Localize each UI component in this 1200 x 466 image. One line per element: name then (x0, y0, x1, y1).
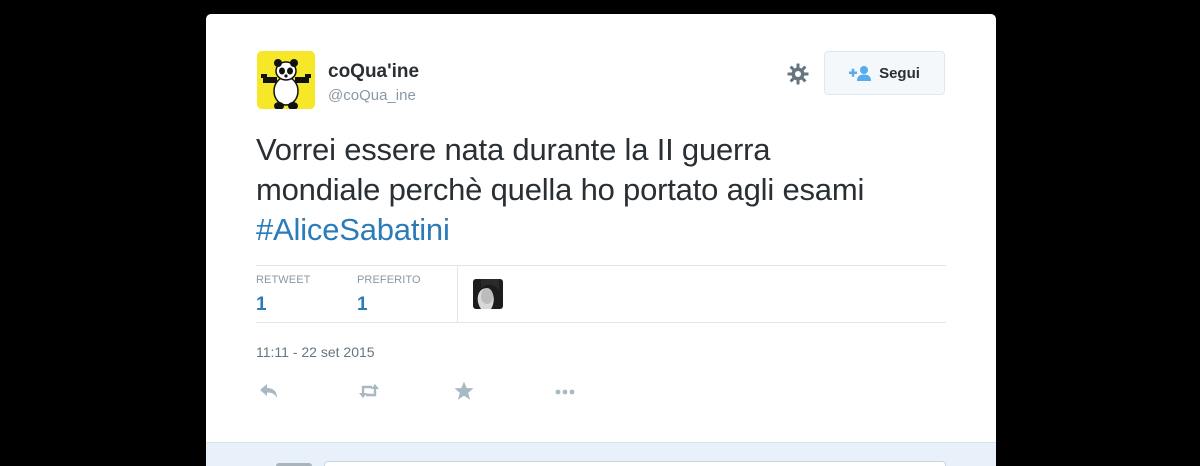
retweet-icon[interactable] (357, 380, 381, 402)
user-avatar[interactable] (257, 51, 315, 109)
retweet-count: 1 (256, 294, 267, 315)
tweet-text-line: Vorrei essere nata durante la II guerra (256, 132, 771, 167)
tweet-text: Vorrei essere nata durante la II guerra … (256, 130, 976, 250)
reply-icon[interactable] (257, 380, 281, 402)
stats-divider (457, 266, 458, 322)
follow-button[interactable]: Segui (824, 51, 945, 95)
favoriter-avatar-image (473, 279, 503, 309)
tweet-text-line: mondiale perchè quella ho portato agli e… (256, 172, 865, 207)
favorite-stat-label: PREFERITO (357, 274, 421, 286)
star-icon[interactable] (452, 380, 476, 402)
hashtag-link[interactable]: #AliceSabatini (256, 210, 976, 250)
panda-avatar-image (257, 51, 315, 109)
reply-input[interactable] (324, 461, 946, 466)
more-icon[interactable] (553, 380, 577, 402)
tweet-timestamp[interactable]: 11:11 - 22 set 2015 (256, 344, 375, 360)
favorite-stat[interactable]: PREFERITO 1 (357, 274, 421, 316)
favoriter-avatar[interactable] (473, 279, 503, 309)
divider (256, 322, 946, 323)
add-user-icon (849, 66, 872, 81)
retweet-stat[interactable]: RETWEET 1 (256, 274, 310, 316)
divider (256, 265, 946, 266)
user-name[interactable]: coQua'ine (328, 61, 419, 83)
retweet-stat-label: RETWEET (256, 274, 311, 286)
user-handle[interactable]: @coQua_ine (328, 87, 416, 104)
favorite-count: 1 (357, 294, 368, 315)
gear-icon[interactable] (786, 62, 810, 86)
tweet-card: coQua'ine @coQua_ine Segui Vorrei essere… (206, 14, 996, 466)
follow-button-label: Segui (879, 64, 920, 82)
